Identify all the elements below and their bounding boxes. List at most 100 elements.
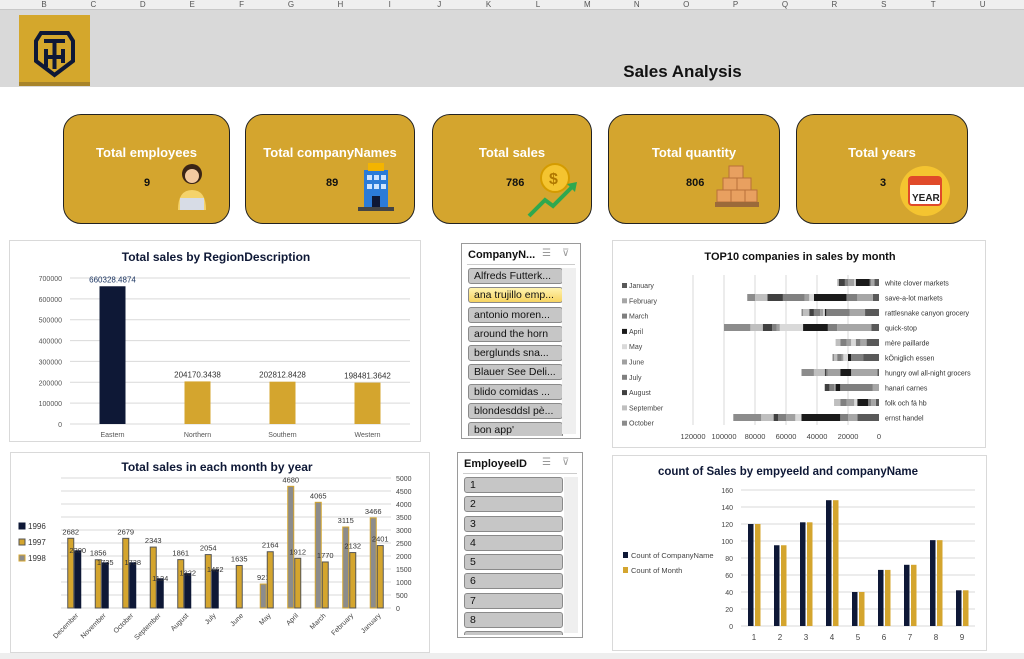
column-letter[interactable]: G xyxy=(281,0,301,9)
column-letter[interactable]: Q xyxy=(775,0,795,9)
bar-segment-january xyxy=(863,354,879,361)
y-tick-label: 140 xyxy=(721,505,733,512)
data-label: 2343 xyxy=(145,536,162,545)
legend-swatch xyxy=(623,552,628,558)
slicer-item[interactable]: Alfreds Futterk... xyxy=(468,268,563,284)
bar-segment-july xyxy=(840,339,847,346)
y-tick-label: 100000 xyxy=(39,401,62,408)
column-letter[interactable]: M xyxy=(577,0,597,9)
x-tick-label: September xyxy=(133,612,163,642)
column-letter[interactable]: B xyxy=(34,0,54,9)
data-label: 1770 xyxy=(317,551,334,560)
column-letter[interactable]: K xyxy=(479,0,499,9)
legend-label: February xyxy=(629,298,658,305)
clear-filter-icon[interactable]: ⊽ xyxy=(562,457,569,468)
bar-segment-october xyxy=(733,414,762,421)
slicer-companyname[interactable]: CompanyN... ☰ ⊽ Alfreds Futterk... ana tr… xyxy=(461,243,581,439)
column-letter[interactable]: T xyxy=(923,0,943,9)
y-tick-label: 60 xyxy=(725,573,733,580)
slicer-item[interactable]: antonio moren... xyxy=(468,306,563,323)
bar-count-of-companyname xyxy=(878,569,884,626)
bar-segment-september xyxy=(837,279,839,286)
slicer-item[interactable]: 6 xyxy=(464,573,563,590)
column-letter[interactable]: L xyxy=(528,0,548,9)
column-letter[interactable]: H xyxy=(330,0,350,9)
column-letter[interactable]: I xyxy=(380,0,400,9)
bar-count-of-month xyxy=(781,545,787,626)
column-letter[interactable]: S xyxy=(874,0,894,9)
x-tick-label: 5 xyxy=(856,633,861,642)
slicer-item[interactable]: ana trujillo emp... xyxy=(468,287,563,304)
multi-select-icon[interactable]: ☰ xyxy=(542,248,551,259)
data-label: 1322 xyxy=(179,569,196,578)
column-letter[interactable]: D xyxy=(133,0,153,9)
data-label: 2054 xyxy=(200,544,217,553)
slicer-title: CompanyN... xyxy=(468,249,536,261)
slicer-item[interactable]: blondesddsl pè... xyxy=(468,403,563,420)
legend-label: June xyxy=(629,360,644,367)
x-tick-label: October xyxy=(113,612,136,635)
scrollbar[interactable] xyxy=(562,268,576,434)
slicer-item[interactable]: 1 xyxy=(464,477,563,493)
bar-count-of-companyname xyxy=(904,564,910,626)
column-letter[interactable]: F xyxy=(232,0,252,9)
bar-count-of-companyname xyxy=(956,590,962,626)
bar-segment-january xyxy=(857,414,879,421)
bar-segment-may xyxy=(854,279,856,286)
kpi-card-companies: Total companyNames 89 xyxy=(245,114,415,224)
slicer-item[interactable]: 5 xyxy=(464,554,563,571)
column-letter[interactable]: P xyxy=(726,0,746,9)
column-letter[interactable]: J xyxy=(429,0,449,9)
bar-segment-march xyxy=(840,384,873,391)
slicer-item[interactable]: Blauer See Deli... xyxy=(468,364,563,381)
legend-swatch xyxy=(622,313,627,319)
column-letter[interactable]: U xyxy=(973,0,993,9)
column-letter[interactable]: O xyxy=(676,0,696,9)
kpi-label: Total employees xyxy=(96,145,197,160)
slicer-item[interactable]: berglunds sna... xyxy=(468,345,563,362)
column-letter[interactable]: R xyxy=(824,0,844,9)
slicer-item[interactable]: 8 xyxy=(464,612,563,629)
column-letter[interactable]: E xyxy=(182,0,202,9)
slicer-item[interactable]: bon app' xyxy=(468,422,563,436)
bar-1997 xyxy=(321,561,329,609)
slicer-item[interactable]: around the horn xyxy=(468,325,563,342)
data-label: 204170.3438 xyxy=(174,370,221,379)
y-tick-label: 160 xyxy=(721,488,733,495)
slicer-employeeid[interactable]: EmployeeID ☰ ⊽ 1 2 3 4 5 6 7 8 9 xyxy=(457,452,583,638)
legend-swatch xyxy=(622,390,627,396)
bar-count-of-month xyxy=(885,569,891,626)
building-icon xyxy=(358,163,394,211)
clear-filter-icon[interactable]: ⊽ xyxy=(562,248,569,259)
data-label: 1856 xyxy=(90,549,107,558)
legend-swatch xyxy=(622,298,627,304)
slicer-item[interactable]: 2 xyxy=(464,496,563,513)
column-letter[interactable]: N xyxy=(627,0,647,9)
bar-segment-july xyxy=(813,309,821,316)
chart-title: Total sales in each month by year xyxy=(121,460,313,474)
category-label: quick-stop xyxy=(885,326,917,333)
bar-segment-april xyxy=(824,309,827,316)
scrollbar[interactable] xyxy=(564,477,578,633)
slicer-item[interactable]: 3 xyxy=(464,515,563,532)
legend-swatch xyxy=(623,567,628,573)
slicer-item[interactable]: blido comidas ... xyxy=(468,383,563,400)
legend-label: 1997 xyxy=(28,538,46,547)
multi-select-icon[interactable]: ☰ xyxy=(542,457,551,468)
kpi-card-quantity: Total quantity 806 xyxy=(608,114,780,224)
column-letter[interactable]: C xyxy=(83,0,103,9)
bar-count-of-companyname xyxy=(826,500,832,626)
chart-title: Total sales by RegionDescription xyxy=(122,250,310,264)
bar-1997 xyxy=(266,551,274,609)
y-tick-label: 200000 xyxy=(39,380,62,387)
bar-segment-may xyxy=(823,309,825,316)
bar-segment-june xyxy=(848,279,855,286)
slicer-item[interactable]: 7 xyxy=(464,592,563,609)
bar-count-of-companyname xyxy=(800,522,806,626)
category-label: folk och fä hb xyxy=(885,401,927,408)
bar-count-of-month xyxy=(755,524,761,626)
data-label: 3115 xyxy=(338,516,354,525)
slicer-item[interactable]: 9 xyxy=(464,631,563,635)
bar-segment-june xyxy=(820,309,824,316)
slicer-item[interactable]: 4 xyxy=(464,534,563,551)
